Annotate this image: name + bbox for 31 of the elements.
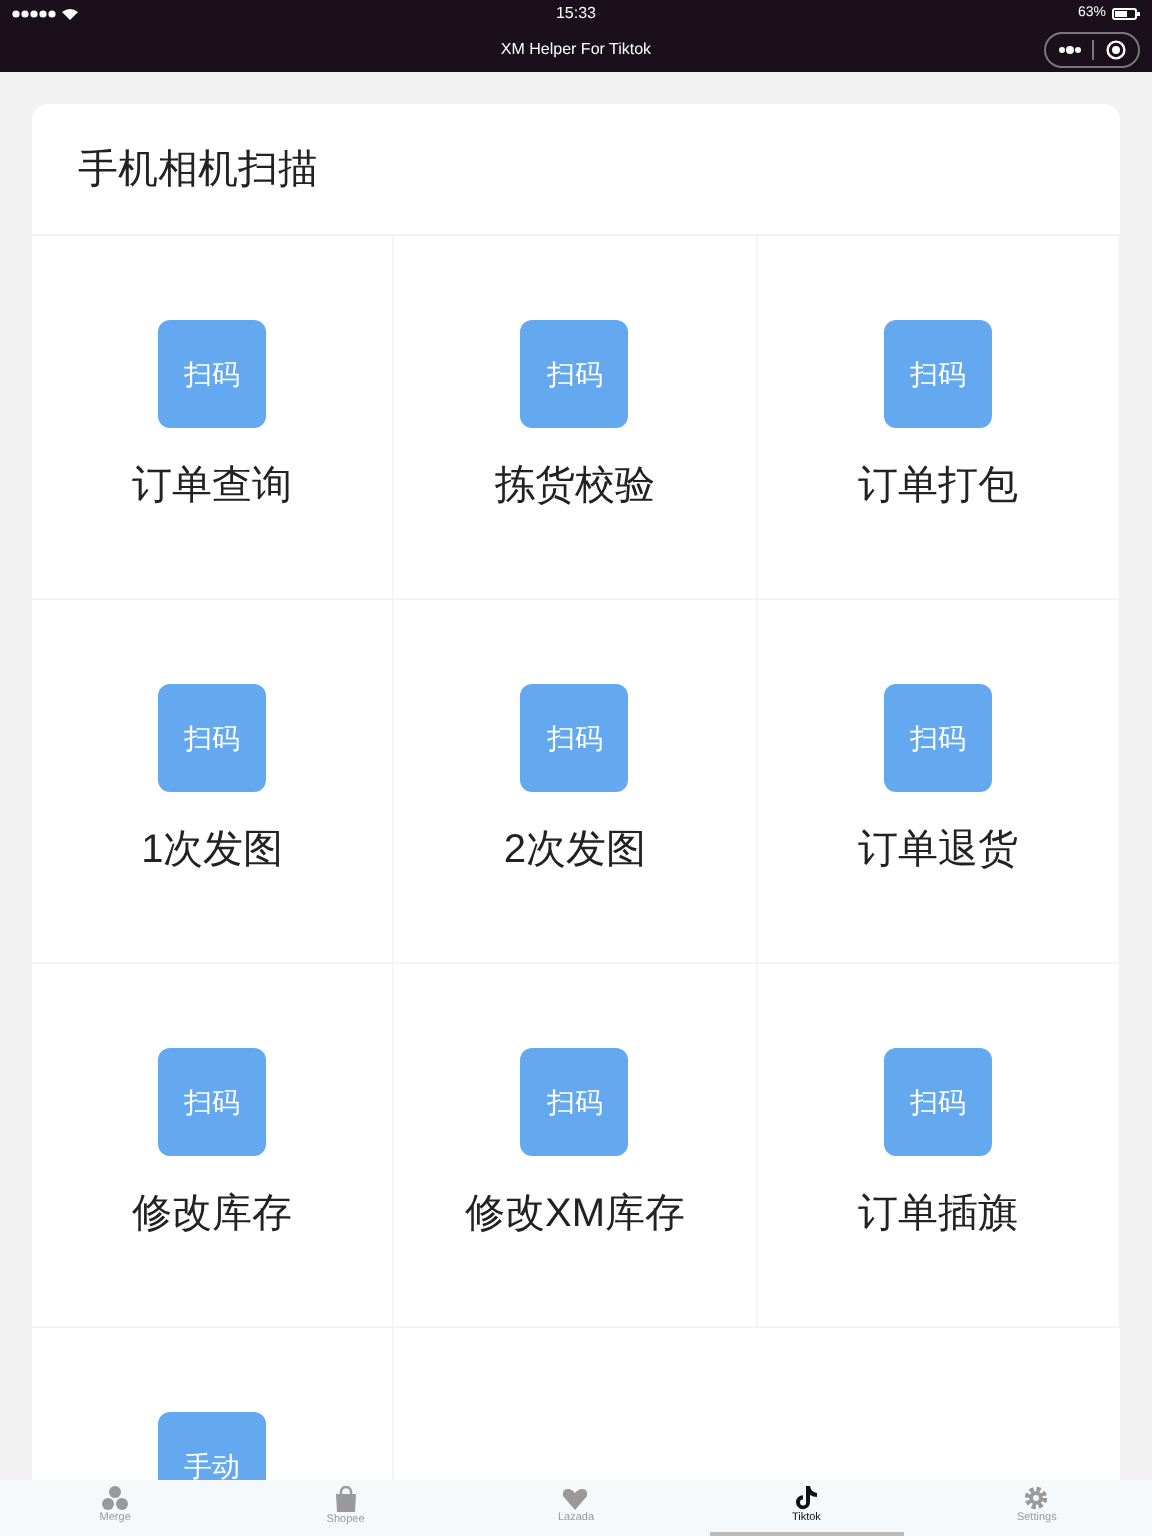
function-label: 订单插旗 [857, 1190, 1018, 1240]
scan-button[interactable]: 扫码 [158, 1048, 267, 1156]
signal-icon [12, 10, 56, 18]
shopping-bag-icon [333, 1485, 358, 1511]
function-label: 1次发图 [141, 826, 284, 876]
scan-button[interactable]: 扫码 [158, 320, 267, 428]
battery-icon [1112, 8, 1140, 20]
more-icon[interactable] [1058, 46, 1082, 54]
function-label: 修改库存 [132, 1190, 293, 1240]
scan-button[interactable]: 扫码 [520, 1048, 629, 1156]
clock-time: 15:33 [555, 2, 597, 26]
scan-button[interactable]: 扫码 [520, 684, 629, 792]
scan-button[interactable]: 扫码 [883, 684, 992, 792]
function-label: 2次发图 [503, 826, 647, 876]
function-label: 修改XM库存 [464, 1190, 685, 1240]
heart-icon [562, 1487, 589, 1509]
scan-button[interactable]: 手动 [158, 1412, 267, 1480]
wifi-icon [62, 8, 78, 20]
card-title: 手机相机扫描 [78, 145, 318, 195]
function-label: 拣货校验 [494, 462, 655, 512]
scan-button[interactable]: 扫码 [883, 1048, 992, 1156]
scan-button[interactable]: 扫码 [883, 320, 992, 428]
gear-icon [1024, 1486, 1049, 1510]
window-title: XM Helper For Tiktok [500, 38, 652, 62]
scan-button[interactable]: 扫码 [520, 320, 629, 428]
function-label: 订单退货 [857, 826, 1018, 876]
music-note-icon [795, 1486, 818, 1510]
function-label: 订单查询 [132, 462, 293, 512]
scan-button[interactable]: 扫码 [158, 684, 267, 792]
function-label: 订单打包 [857, 462, 1018, 512]
capsule-menu[interactable] [1044, 32, 1140, 68]
